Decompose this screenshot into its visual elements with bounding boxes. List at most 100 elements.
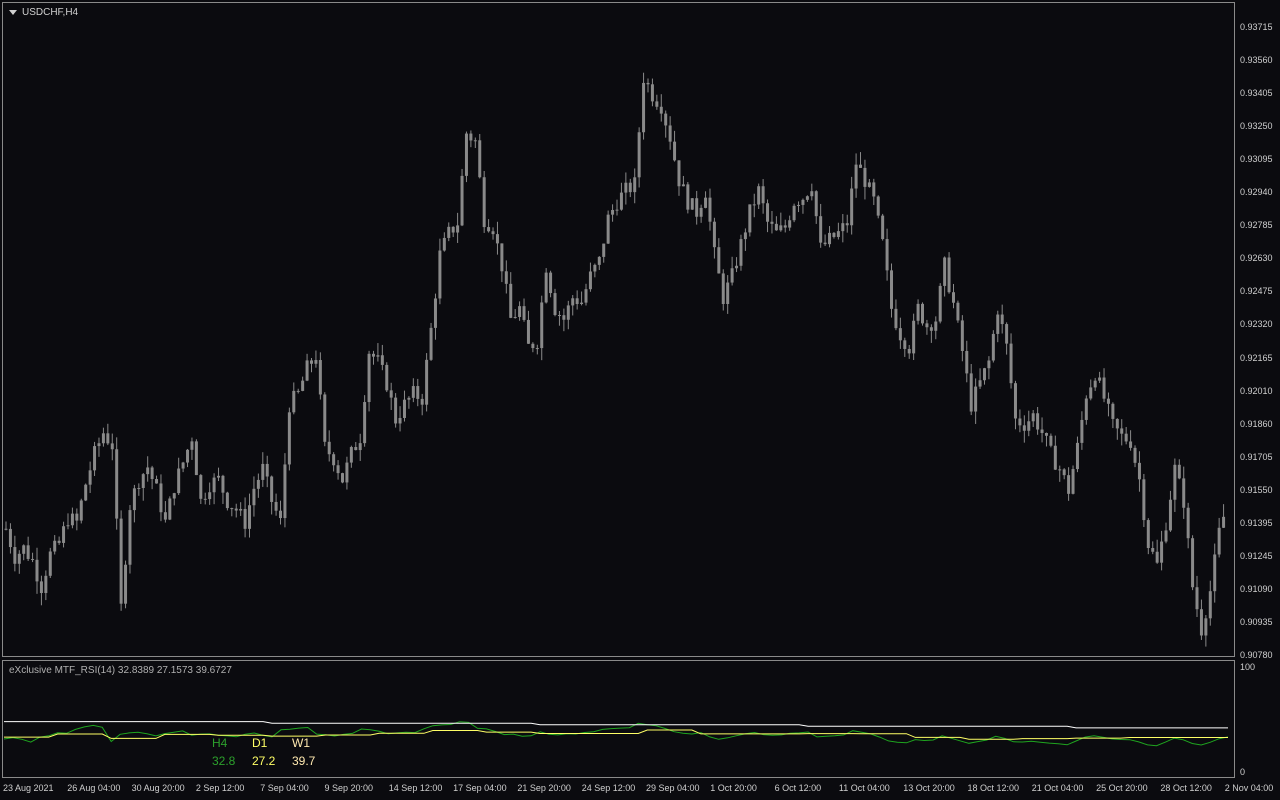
time-tick-label: 2 Nov 04:00 bbox=[1224, 783, 1274, 793]
candle-body bbox=[265, 463, 269, 477]
price-tick-label: 0.91395 bbox=[1240, 517, 1273, 528]
candle-body bbox=[1155, 551, 1159, 563]
candle-body bbox=[132, 488, 136, 511]
candle-body bbox=[1151, 548, 1155, 552]
price-tick-label: 0.92940 bbox=[1240, 187, 1273, 198]
candle-body bbox=[274, 501, 278, 511]
candle-body bbox=[978, 380, 982, 387]
candle-body bbox=[588, 271, 592, 290]
time-tick-label: 28 Oct 12:00 bbox=[1160, 783, 1212, 793]
candle-body bbox=[186, 449, 190, 463]
candle-body bbox=[1222, 516, 1226, 528]
candle-body bbox=[1146, 520, 1150, 549]
candle-body bbox=[982, 368, 986, 381]
candle-body bbox=[504, 271, 508, 284]
candle-body bbox=[890, 270, 894, 309]
price-tick-label: 0.90780 bbox=[1240, 650, 1273, 660]
candle-body bbox=[774, 223, 778, 231]
candle-body bbox=[695, 198, 699, 217]
time-tick-label: 26 Aug 04:00 bbox=[67, 783, 121, 793]
candle-body bbox=[79, 500, 83, 521]
price-axis[interactable]: 0.93715 0.93560 0.93405 0.93250 0.93095 0.929… bbox=[1238, 0, 1280, 660]
candle-body bbox=[248, 505, 252, 529]
candle-body bbox=[907, 348, 911, 354]
candle-body bbox=[934, 321, 938, 331]
price-tick-label: 0.93560 bbox=[1240, 55, 1273, 66]
candle-body bbox=[212, 477, 216, 493]
candle-body bbox=[965, 350, 969, 374]
time-axis[interactable]: 23 Aug 2021 26 Aug 04:00 30 Aug 20:00 2 Sep… bbox=[0, 780, 1273, 800]
candle-body bbox=[495, 234, 499, 244]
candle-body bbox=[84, 484, 88, 501]
candle-body bbox=[1080, 419, 1084, 443]
candle-body bbox=[1067, 475, 1071, 494]
time-tick-label: 23 Aug 2021 bbox=[3, 783, 54, 793]
candle-body bbox=[726, 282, 730, 305]
candle-body bbox=[478, 140, 482, 178]
candle-body bbox=[1102, 377, 1106, 399]
candle-body bbox=[1173, 464, 1177, 500]
candle-body bbox=[296, 390, 300, 392]
candle-body bbox=[1000, 314, 1004, 325]
candle-body bbox=[553, 293, 557, 315]
candle-body bbox=[199, 475, 203, 499]
candle-body bbox=[987, 360, 991, 369]
candle-body bbox=[544, 272, 548, 303]
candle-body bbox=[420, 398, 424, 405]
candle-body bbox=[943, 257, 947, 286]
candle-body bbox=[872, 182, 876, 197]
candle-body bbox=[429, 327, 433, 360]
candle-body bbox=[1058, 469, 1062, 471]
candle-body bbox=[1186, 507, 1190, 539]
candle-body bbox=[1027, 421, 1031, 431]
candle-body bbox=[584, 289, 588, 303]
rsi-axis-max-label: 100 bbox=[1240, 662, 1256, 672]
candle-body bbox=[168, 498, 172, 520]
candle-body bbox=[845, 223, 849, 226]
candle-body bbox=[425, 359, 429, 405]
candle-body bbox=[340, 473, 344, 483]
candle-body bbox=[225, 492, 229, 509]
candle-body bbox=[163, 512, 167, 520]
time-tick-label: 11 Oct 04:00 bbox=[838, 783, 890, 793]
time-tick-label: 29 Sep 04:00 bbox=[646, 783, 700, 793]
candle-body bbox=[1208, 591, 1212, 619]
candle-body bbox=[739, 239, 743, 266]
candle-body bbox=[62, 526, 66, 543]
d1-column: D1 27.2 bbox=[252, 734, 292, 770]
candle-body bbox=[743, 232, 747, 240]
candle-body bbox=[230, 508, 234, 510]
candle-body bbox=[859, 164, 863, 168]
candle-body bbox=[398, 417, 402, 424]
time-tick-label: 25 Oct 20:00 bbox=[1096, 783, 1148, 793]
candle-body bbox=[243, 508, 247, 529]
candle-body bbox=[336, 465, 340, 474]
candle-body bbox=[841, 223, 845, 232]
candle-body bbox=[717, 247, 721, 274]
candle-body bbox=[828, 232, 832, 245]
candle-body bbox=[925, 323, 929, 328]
candle-body bbox=[876, 196, 880, 216]
candle-body bbox=[115, 449, 119, 519]
candle-body bbox=[1133, 447, 1137, 463]
candle-body bbox=[491, 231, 495, 235]
candle-body bbox=[252, 488, 256, 506]
candle-body bbox=[1129, 441, 1133, 448]
price-tick-label: 0.93715 bbox=[1240, 22, 1273, 32]
candle-body bbox=[442, 237, 446, 251]
candle-body bbox=[991, 333, 995, 361]
candle-body bbox=[110, 443, 114, 450]
candle-body bbox=[39, 581, 43, 594]
candle-body bbox=[371, 353, 375, 357]
candle-body bbox=[1217, 527, 1221, 555]
candle-body bbox=[106, 433, 110, 444]
candle-body bbox=[894, 308, 898, 329]
candle-body bbox=[761, 186, 765, 204]
candle-body bbox=[526, 319, 530, 344]
candle-body bbox=[788, 220, 792, 228]
candle-body bbox=[239, 508, 243, 511]
candle-body bbox=[349, 447, 353, 463]
candle-body bbox=[1049, 435, 1053, 446]
candle-body bbox=[810, 191, 814, 197]
candle-body bbox=[35, 559, 39, 582]
